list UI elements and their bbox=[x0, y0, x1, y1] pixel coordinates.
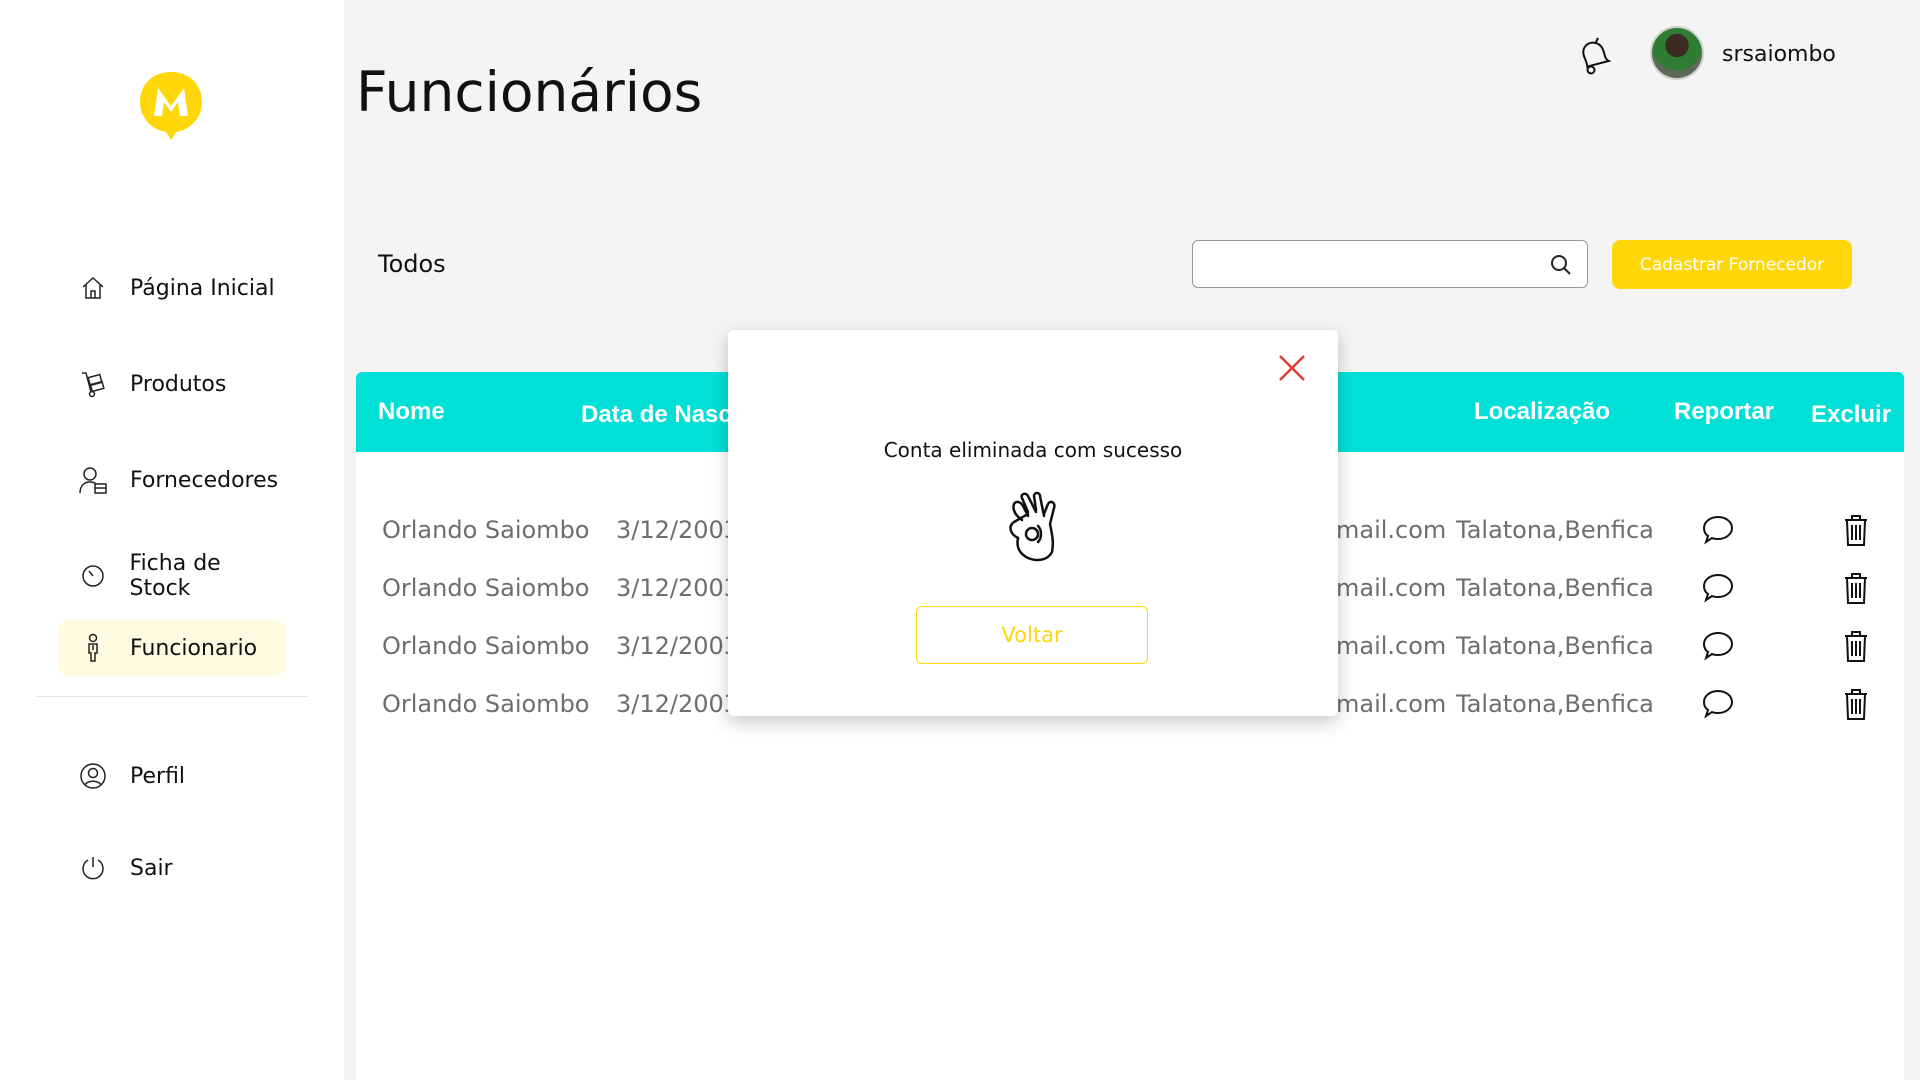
profile-icon bbox=[78, 761, 108, 791]
username[interactable]: srsaiombo bbox=[1722, 42, 1836, 67]
cell-name: Orlando Saiombo bbox=[382, 690, 590, 718]
sidebar-divider bbox=[36, 696, 308, 697]
cell-birth: 3/12/2003 bbox=[616, 574, 740, 602]
cell-location: Talatona,Benfica bbox=[1456, 690, 1654, 718]
column-header-name[interactable]: Nome bbox=[378, 398, 445, 426]
sidebar-item-label: Produtos bbox=[130, 371, 227, 397]
search-input[interactable] bbox=[1193, 241, 1533, 287]
sidebar-item-label: Sair bbox=[130, 855, 173, 881]
sidebar-item-produtos[interactable]: Produtos bbox=[58, 356, 286, 412]
home-icon bbox=[78, 273, 108, 303]
register-supplier-button[interactable]: Cadastrar Fornecedor bbox=[1612, 240, 1852, 289]
search-box[interactable] bbox=[1192, 240, 1588, 288]
column-header-report[interactable]: Reportar bbox=[1674, 398, 1774, 426]
sidebar-item-ficha-de-stock[interactable]: Ficha de Stock bbox=[58, 548, 286, 604]
power-icon bbox=[78, 853, 108, 883]
sidebar-item-fornecedores[interactable]: Fornecedores bbox=[58, 452, 286, 508]
supplier-user-icon bbox=[78, 465, 108, 495]
cell-location: Talatona,Benfica bbox=[1456, 632, 1654, 660]
sidebar-item-label: Ficha de Stock bbox=[129, 551, 221, 601]
report-chat-icon[interactable] bbox=[1700, 628, 1736, 664]
cell-location: Talatona,Benfica bbox=[1456, 574, 1654, 602]
ok-hand-icon bbox=[998, 490, 1068, 570]
sidebar-item-funcionario[interactable]: Funcionario bbox=[58, 620, 286, 676]
column-header-birth[interactable]: Data de Nasc bbox=[581, 401, 732, 429]
success-dialog: Conta eliminada com sucesso Voltar bbox=[728, 330, 1338, 716]
app-logo bbox=[138, 70, 204, 142]
cell-name: Orlando Saiombo bbox=[382, 516, 590, 544]
sidebar-item-label: Fornecedores bbox=[130, 467, 279, 493]
column-header-delete[interactable]: Excluir bbox=[1811, 401, 1891, 429]
dialog-message: Conta eliminada com sucesso bbox=[883, 438, 1183, 462]
cell-birth: 3/12/2003 bbox=[616, 516, 740, 544]
avatar[interactable] bbox=[1650, 26, 1704, 80]
cell-email: mail.com bbox=[1336, 632, 1447, 660]
hand-truck-icon bbox=[78, 369, 108, 399]
cell-email: mail.com bbox=[1336, 690, 1447, 718]
report-chat-icon[interactable] bbox=[1700, 570, 1736, 606]
page-title: Funcionários bbox=[356, 60, 703, 124]
trash-icon[interactable] bbox=[1838, 628, 1874, 664]
sidebar-item-label: Funcionario bbox=[130, 635, 258, 661]
employee-icon bbox=[78, 633, 108, 663]
trash-icon[interactable] bbox=[1838, 512, 1874, 548]
cell-email: mail.com bbox=[1336, 516, 1447, 544]
notification-bell-icon[interactable] bbox=[1574, 36, 1612, 76]
sidebar-item-label: Perfil bbox=[130, 763, 186, 789]
cell-birth: 3/12/2003 bbox=[616, 690, 740, 718]
cell-email: mail.com bbox=[1336, 574, 1447, 602]
cell-location: Talatona,Benfica bbox=[1456, 516, 1654, 544]
report-chat-icon[interactable] bbox=[1700, 686, 1736, 722]
cell-name: Orlando Saiombo bbox=[382, 632, 590, 660]
report-chat-icon[interactable] bbox=[1700, 512, 1736, 548]
trash-icon[interactable] bbox=[1838, 686, 1874, 722]
sidebar-item-sair[interactable]: Sair bbox=[58, 840, 286, 896]
sidebar-item-label: Página Inicial bbox=[130, 275, 275, 301]
sidebar: Página Inicial Produtos Fornecedores Fic… bbox=[0, 0, 344, 1080]
sidebar-item-pagina-inicial[interactable]: Página Inicial bbox=[58, 260, 286, 316]
cell-birth: 3/12/2003 bbox=[616, 632, 740, 660]
cell-name: Orlando Saiombo bbox=[382, 574, 590, 602]
filter-label[interactable]: Todos bbox=[378, 250, 446, 278]
close-icon[interactable] bbox=[1272, 348, 1312, 388]
gauge-icon bbox=[78, 561, 108, 591]
trash-icon[interactable] bbox=[1838, 570, 1874, 606]
back-button[interactable]: Voltar bbox=[916, 606, 1148, 664]
sidebar-item-perfil[interactable]: Perfil bbox=[58, 748, 286, 804]
search-icon[interactable] bbox=[1549, 253, 1573, 277]
column-header-location[interactable]: Localização bbox=[1474, 398, 1610, 426]
